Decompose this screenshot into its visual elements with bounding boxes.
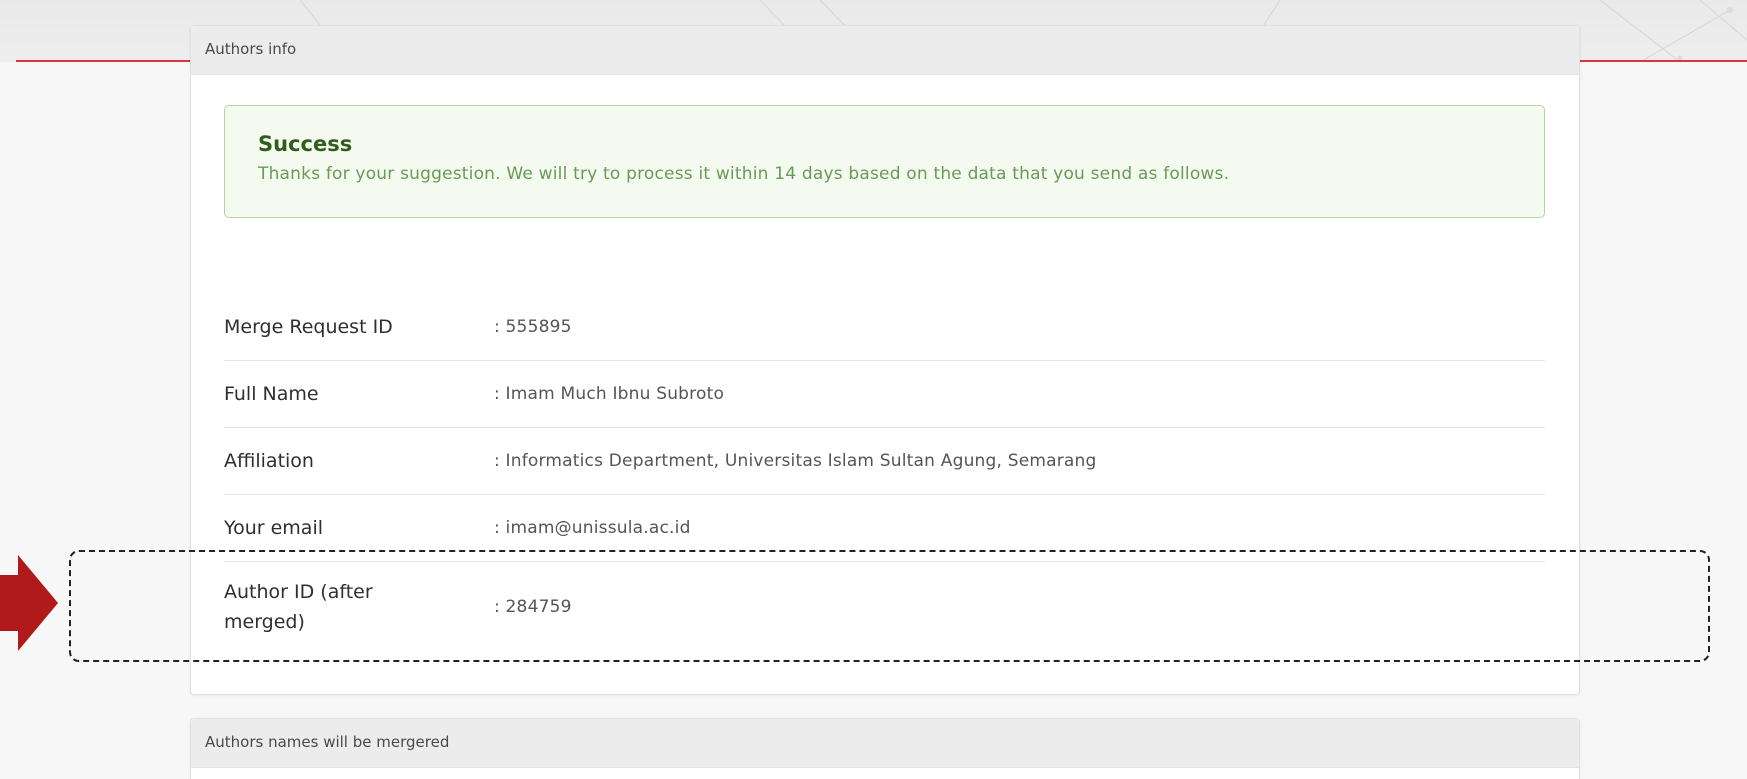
page: Authors info Success Thanks for your sug…	[0, 0, 1747, 779]
panel-heading: Authors names will be mergered	[191, 719, 1579, 768]
info-value: : imam@unissula.ac.id	[494, 518, 691, 538]
info-label: Merge Request ID	[224, 316, 393, 338]
info-value: : Imam Much Ibnu Subroto	[494, 384, 725, 404]
info-row-full-name: Full Name : Imam Much Ibnu Subroto	[224, 361, 1545, 428]
success-alert: Success Thanks for your suggestion. We w…	[224, 105, 1545, 218]
info-value: : 555895	[494, 317, 572, 337]
info-row-affiliation: Affiliation : Informatics Department, Un…	[224, 428, 1545, 495]
authors-names-panel: Authors names will be mergered	[190, 718, 1580, 779]
info-row-merge-request-id: Merge Request ID : 555895	[224, 294, 1545, 361]
info-label: Full Name	[224, 383, 319, 405]
alert-title: Success	[258, 132, 353, 156]
info-value: : Informatics Department, Universitas Is…	[494, 451, 1097, 471]
panel-heading: Authors info	[191, 26, 1579, 75]
info-label: Your email	[224, 517, 323, 539]
red-arrow-icon	[0, 555, 58, 651]
alert-message: Thanks for your suggestion. We will try …	[258, 164, 1230, 184]
highlight-annotation-box	[69, 550, 1710, 662]
info-label: Affiliation	[224, 450, 314, 472]
